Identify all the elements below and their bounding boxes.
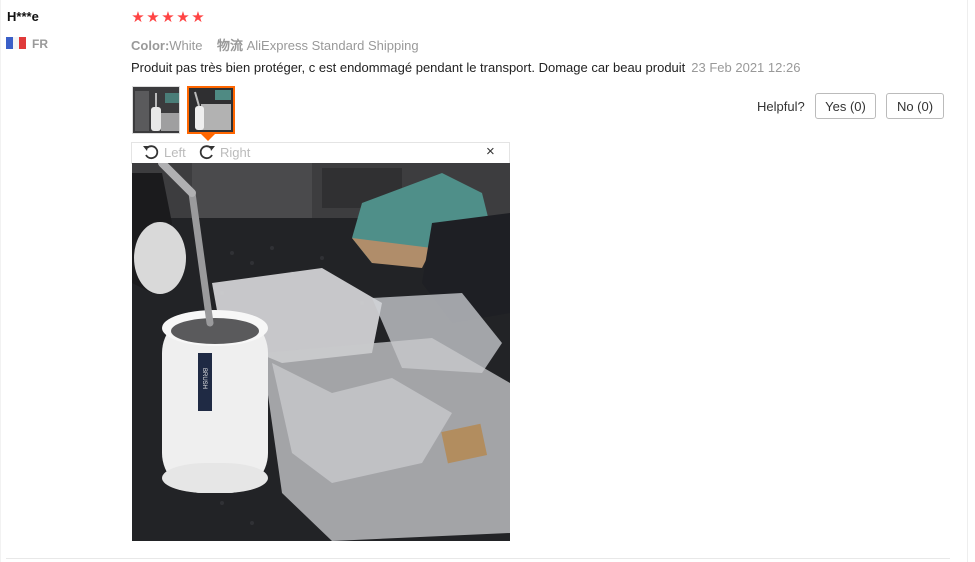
close-icon[interactable]: × xyxy=(486,144,495,160)
review-separator xyxy=(6,558,950,559)
photo-brand-label: BRUSH xyxy=(201,368,207,389)
star-rating: ★★★★★ xyxy=(131,10,206,26)
color-value: White xyxy=(169,38,203,53)
selected-thumbnail-indicator xyxy=(201,134,215,141)
star-icon: ★ xyxy=(131,9,146,26)
shipping-label: 物流 xyxy=(216,38,243,53)
helpful-yes-button[interactable]: Yes (0) xyxy=(815,93,876,119)
star-icon: ★ xyxy=(191,9,206,26)
color-label: Color: xyxy=(131,38,170,53)
rotate-right-label: Right xyxy=(220,144,251,160)
left-border xyxy=(0,0,1,562)
review-photo-thumbnail-2-selected[interactable] xyxy=(187,86,235,134)
photo-viewer-toolbar xyxy=(131,142,510,164)
review-photo-large: BRUSH xyxy=(132,163,510,541)
rotate-left-button[interactable]: Left xyxy=(142,144,186,160)
shipping-value: AliExpress Standard Shipping xyxy=(246,38,419,53)
star-icon: ★ xyxy=(146,9,161,26)
review-meta: Color:White 物流 AliExpress Standard Shipp… xyxy=(131,35,419,54)
review-date: 23 Feb 2021 12:26 xyxy=(691,60,801,75)
helpful-no-button[interactable]: No (0) xyxy=(886,93,944,119)
rotate-right-icon xyxy=(198,144,216,160)
reviewer-country: FR xyxy=(32,37,48,51)
star-icon: ★ xyxy=(161,9,176,26)
right-border xyxy=(967,0,968,562)
rotate-right-button[interactable]: Right xyxy=(198,144,250,160)
reviewer-name: H***e xyxy=(7,9,39,24)
france-flag-icon xyxy=(6,37,27,49)
rotate-left-icon xyxy=(142,144,160,160)
review-photo-thumbnail-1[interactable] xyxy=(132,86,180,134)
review-text: Produit pas très bien protéger, c est en… xyxy=(131,60,686,75)
star-icon: ★ xyxy=(176,9,191,26)
helpful-label: Helpful? xyxy=(757,99,805,114)
review-body: Produit pas très bien protéger, c est en… xyxy=(131,60,800,75)
rotate-left-label: Left xyxy=(164,144,186,160)
